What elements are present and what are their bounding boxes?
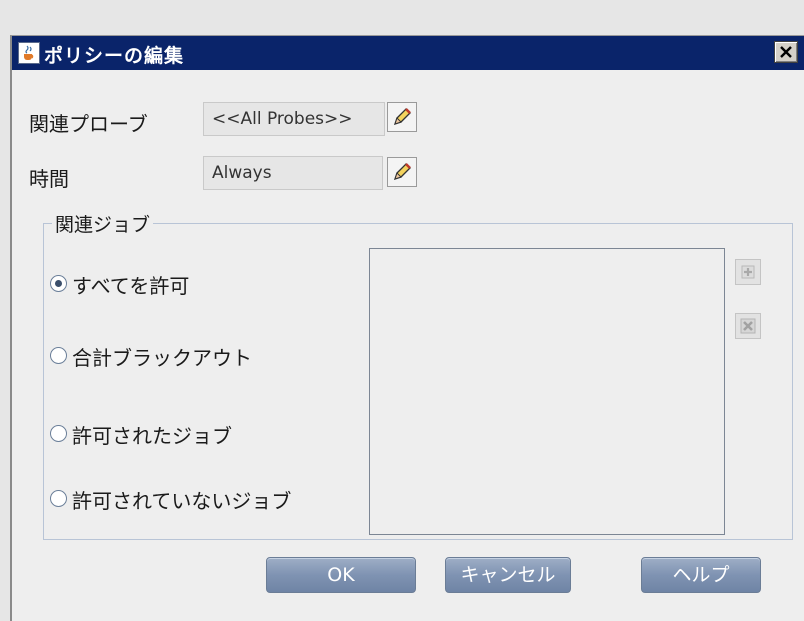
remove-job-button[interactable]	[735, 313, 761, 339]
radio-label: 合計ブラックアウト	[72, 346, 252, 370]
pencil-icon	[393, 108, 411, 126]
title-bar[interactable]: ポリシーの編集	[12, 36, 804, 70]
radio-button[interactable]	[50, 490, 67, 507]
dialog-title: ポリシーの編集	[44, 45, 185, 67]
radio-button[interactable]	[50, 275, 67, 292]
jobs-list[interactable]	[369, 248, 725, 535]
edit-time-button[interactable]	[387, 157, 417, 187]
radio-label: 許可されていないジョブ	[72, 489, 292, 513]
help-button[interactable]: ヘルプ	[641, 557, 761, 593]
radio-selected-dot	[55, 280, 62, 287]
radio-label: 許可されたジョブ	[72, 424, 232, 448]
x-icon	[740, 318, 756, 334]
related-jobs-legend: 関連ジョブ	[52, 210, 154, 237]
pencil-icon	[393, 163, 411, 181]
close-icon	[780, 46, 792, 58]
radio-button[interactable]	[50, 347, 67, 364]
time-field: Always	[203, 156, 383, 190]
edit-probe-button[interactable]	[387, 102, 417, 132]
time-label: 時間	[29, 167, 69, 191]
java-cup-icon	[18, 42, 40, 64]
radio-button[interactable]	[50, 425, 67, 442]
probe-label: 関連プローブ	[29, 112, 148, 136]
add-job-button[interactable]	[735, 259, 761, 285]
plus-icon	[741, 265, 755, 279]
probe-field: <<All Probes>>	[203, 102, 385, 136]
cancel-button[interactable]: キャンセル	[445, 557, 571, 593]
edit-policy-dialog: ポリシーの編集 関連プローブ <<All Probes>> 時間 Always …	[10, 35, 804, 621]
close-button[interactable]	[774, 41, 798, 63]
radio-label: すべてを許可	[72, 274, 190, 298]
ok-button[interactable]: OK	[266, 557, 416, 593]
